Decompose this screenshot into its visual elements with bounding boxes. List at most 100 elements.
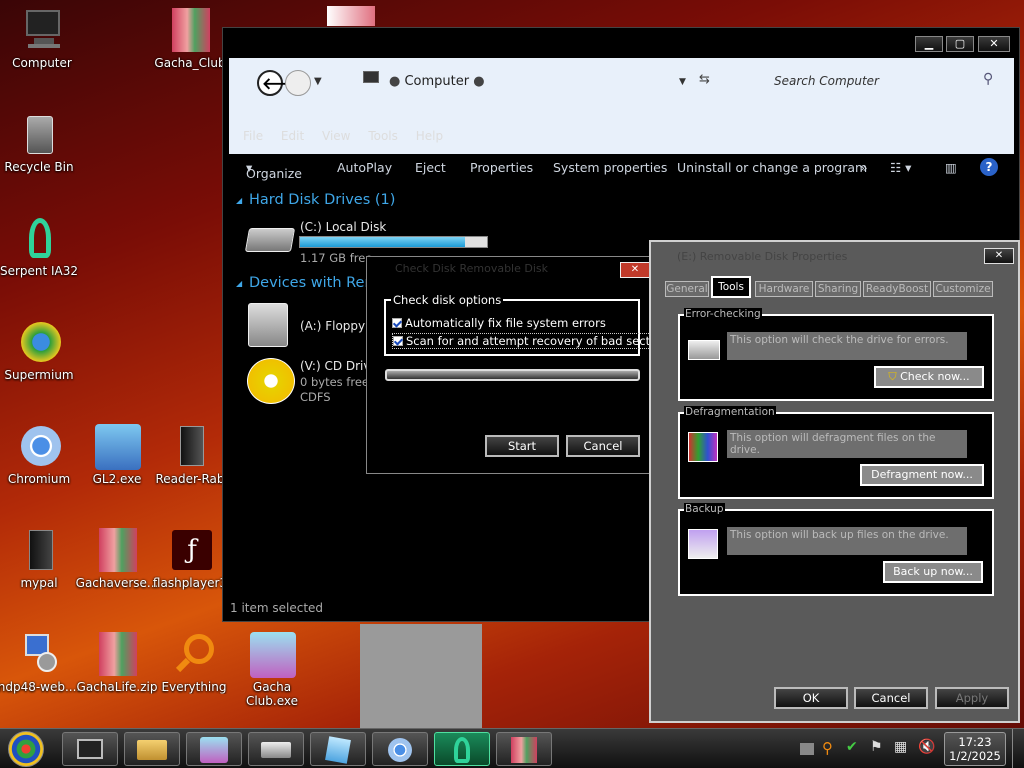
group-removable-storage[interactable]: Devices with Rem xyxy=(249,275,379,291)
fix-errors-checkbox[interactable]: Automatically fix file system errors xyxy=(392,316,606,330)
desktop-icon-reader-rab[interactable]: Reader-Rab xyxy=(148,424,232,486)
desktop-icon-ndp48[interactable]: ndp48-web.... xyxy=(0,632,81,694)
desktop-icon-label: ndp48-web.... xyxy=(0,680,81,694)
taskbar-chromium[interactable] xyxy=(372,732,428,766)
close-button[interactable]: ✕ xyxy=(978,36,1010,52)
more-commands-button[interactable]: » xyxy=(860,160,868,175)
uninstall-button[interactable]: Uninstall or change a program xyxy=(677,160,867,175)
tab-readyboost[interactable]: ReadyBoost xyxy=(863,281,931,297)
search-icon[interactable]: ⚲ xyxy=(983,71,993,87)
forward-button[interactable] xyxy=(285,70,311,96)
dialog-close-button[interactable]: ✕ xyxy=(620,262,650,278)
cd-drive-icon[interactable] xyxy=(247,358,295,404)
desktop-icon-label: GachaLife.zip xyxy=(76,680,158,694)
properties-cancel-button[interactable]: Cancel xyxy=(854,687,928,709)
menu-view[interactable]: View xyxy=(322,129,350,143)
taskbar-serpent[interactable] xyxy=(434,732,490,766)
breadcrumb[interactable]: ● Computer ● xyxy=(389,74,485,89)
check-progress-bar xyxy=(385,369,640,381)
menu-tools[interactable]: Tools xyxy=(368,129,398,143)
taskbar-explorer[interactable] xyxy=(124,732,180,766)
apply-button[interactable]: Apply xyxy=(935,687,1009,709)
desktop-icon-label: Chromium xyxy=(7,472,71,486)
show-desktop-button[interactable] xyxy=(1012,729,1024,768)
collapse-arrow-icon[interactable]: ◢ xyxy=(236,279,242,288)
minimize-button[interactable]: ▁ xyxy=(915,36,943,52)
tray-clock[interactable]: 17:23 1/2/2025 xyxy=(944,732,1006,766)
group-hard-disk-drives[interactable]: Hard Disk Drives (1) xyxy=(249,192,395,208)
system-properties-button[interactable]: System properties xyxy=(553,160,667,175)
help-icon[interactable]: ? xyxy=(980,158,998,176)
properties-button[interactable]: Properties xyxy=(470,160,533,175)
hard-disk-icon[interactable] xyxy=(244,228,296,252)
desktop-icon-computer[interactable]: Computer xyxy=(0,8,84,70)
window-remnant xyxy=(360,624,482,728)
tray-security-icon[interactable]: ✔ xyxy=(846,739,858,755)
properties-close-button[interactable]: ✕ xyxy=(984,248,1014,264)
refresh-icon[interactable]: ⇆ xyxy=(699,72,710,87)
scan-sectors-checkbox[interactable]: Scan for and attempt recovery of bad sec… xyxy=(392,333,671,349)
taskbar: ⚲ ✔ ⚑ ▦ 🔇 17:23 1/2/2025 xyxy=(0,728,1024,768)
tray-search-icon[interactable]: ⚲ xyxy=(822,739,833,757)
taskbar-gacha-app[interactable] xyxy=(186,732,242,766)
recycle-bin-icon xyxy=(17,112,61,156)
breadcrumb-computer[interactable]: Computer xyxy=(404,74,469,89)
defragmentation-section: Defragmentation This option will defragm… xyxy=(678,406,994,499)
autoplay-button[interactable]: AutoPlay xyxy=(337,160,392,175)
view-options-icon[interactable]: ☷ ▾ xyxy=(890,160,911,175)
taskbar-task-manager[interactable] xyxy=(62,732,118,766)
archive-icon xyxy=(168,8,212,52)
organize-button[interactable]: Organize ▾ xyxy=(246,160,302,181)
chevron-down-icon[interactable]: ▼ xyxy=(314,76,322,87)
desktop-icon-serpent[interactable]: Serpent IA32 xyxy=(0,216,81,278)
tray-volume-muted-icon[interactable]: 🔇 xyxy=(918,739,935,755)
desktop-icon-gachaverse[interactable]: Gachaverse... xyxy=(75,528,159,590)
desktop-icon-gl2[interactable]: GL2.exe xyxy=(75,424,159,486)
menu-edit[interactable]: Edit xyxy=(281,129,304,143)
floppy-drive-icon[interactable] xyxy=(248,303,288,347)
preview-pane-icon[interactable]: ▥ xyxy=(945,160,957,175)
partial-desktop-icon[interactable] xyxy=(327,6,375,26)
menu-help[interactable]: Help xyxy=(416,129,443,143)
desktop-icon-chromium[interactable]: Chromium xyxy=(0,424,81,486)
tab-hardware[interactable]: Hardware xyxy=(755,281,813,297)
maximize-button[interactable]: ▢ xyxy=(946,36,974,52)
desktop-icon-gachalife[interactable]: GachaLife.zip xyxy=(75,632,159,694)
check-now-button[interactable]: ⛉ Check now... xyxy=(874,366,984,388)
tab-general[interactable]: General xyxy=(665,281,709,297)
desktop-icon-flashplayer[interactable]: ƒ flashplayer3 xyxy=(148,528,232,590)
desktop-icon-supermium[interactable]: Supermium xyxy=(0,320,81,382)
search-input[interactable]: Search Computer xyxy=(774,74,879,88)
taskbar-notepad[interactable] xyxy=(310,732,366,766)
menu-file[interactable]: File xyxy=(243,129,263,143)
start-button[interactable]: Start xyxy=(485,435,559,457)
tab-customize[interactable]: Customize xyxy=(933,281,993,297)
desktop-icon-gacha-club-exe[interactable]: Gacha Club.exe xyxy=(230,632,314,708)
address-dropdown-icon[interactable]: ▼ xyxy=(679,77,686,87)
flash-icon: ƒ xyxy=(168,528,212,572)
drive-c-name[interactable]: (C:) Local Disk xyxy=(300,220,386,234)
collapse-arrow-icon[interactable]: ◢ xyxy=(236,196,242,205)
ok-button[interactable]: OK xyxy=(774,687,848,709)
back-up-now-button[interactable]: Back up now... xyxy=(883,561,983,583)
tray-flag-icon[interactable]: ⚑ xyxy=(870,739,883,755)
tray-network-icon[interactable]: ▦ xyxy=(894,739,907,755)
folder-icon xyxy=(168,424,212,468)
tray-keyboard-icon[interactable] xyxy=(800,743,814,755)
cancel-button[interactable]: Cancel xyxy=(566,435,640,457)
desktop-icon-gacha-club[interactable]: Gacha_Club xyxy=(148,8,232,70)
back-button[interactable]: 🡐 xyxy=(257,70,305,96)
taskbar-archive[interactable] xyxy=(496,732,552,766)
tab-sharing[interactable]: Sharing xyxy=(815,281,861,297)
defragment-now-button[interactable]: Defragment now... xyxy=(860,464,984,486)
taskbar-disk-tool[interactable] xyxy=(248,732,304,766)
tab-tools[interactable]: Tools xyxy=(711,276,751,298)
menu-bar: File Edit View Tools Help xyxy=(243,129,457,151)
desktop-icon-mypal[interactable]: mypal xyxy=(0,528,81,590)
start-orb[interactable] xyxy=(8,731,44,767)
eject-button[interactable]: Eject xyxy=(415,160,446,175)
desktop-icon-recycle-bin[interactable]: Recycle Bin xyxy=(0,112,81,174)
installer-icon xyxy=(17,632,61,676)
desktop-icon-label: Gacha_Club xyxy=(154,56,226,70)
desktop-icon-everything[interactable]: Everything xyxy=(152,632,236,694)
